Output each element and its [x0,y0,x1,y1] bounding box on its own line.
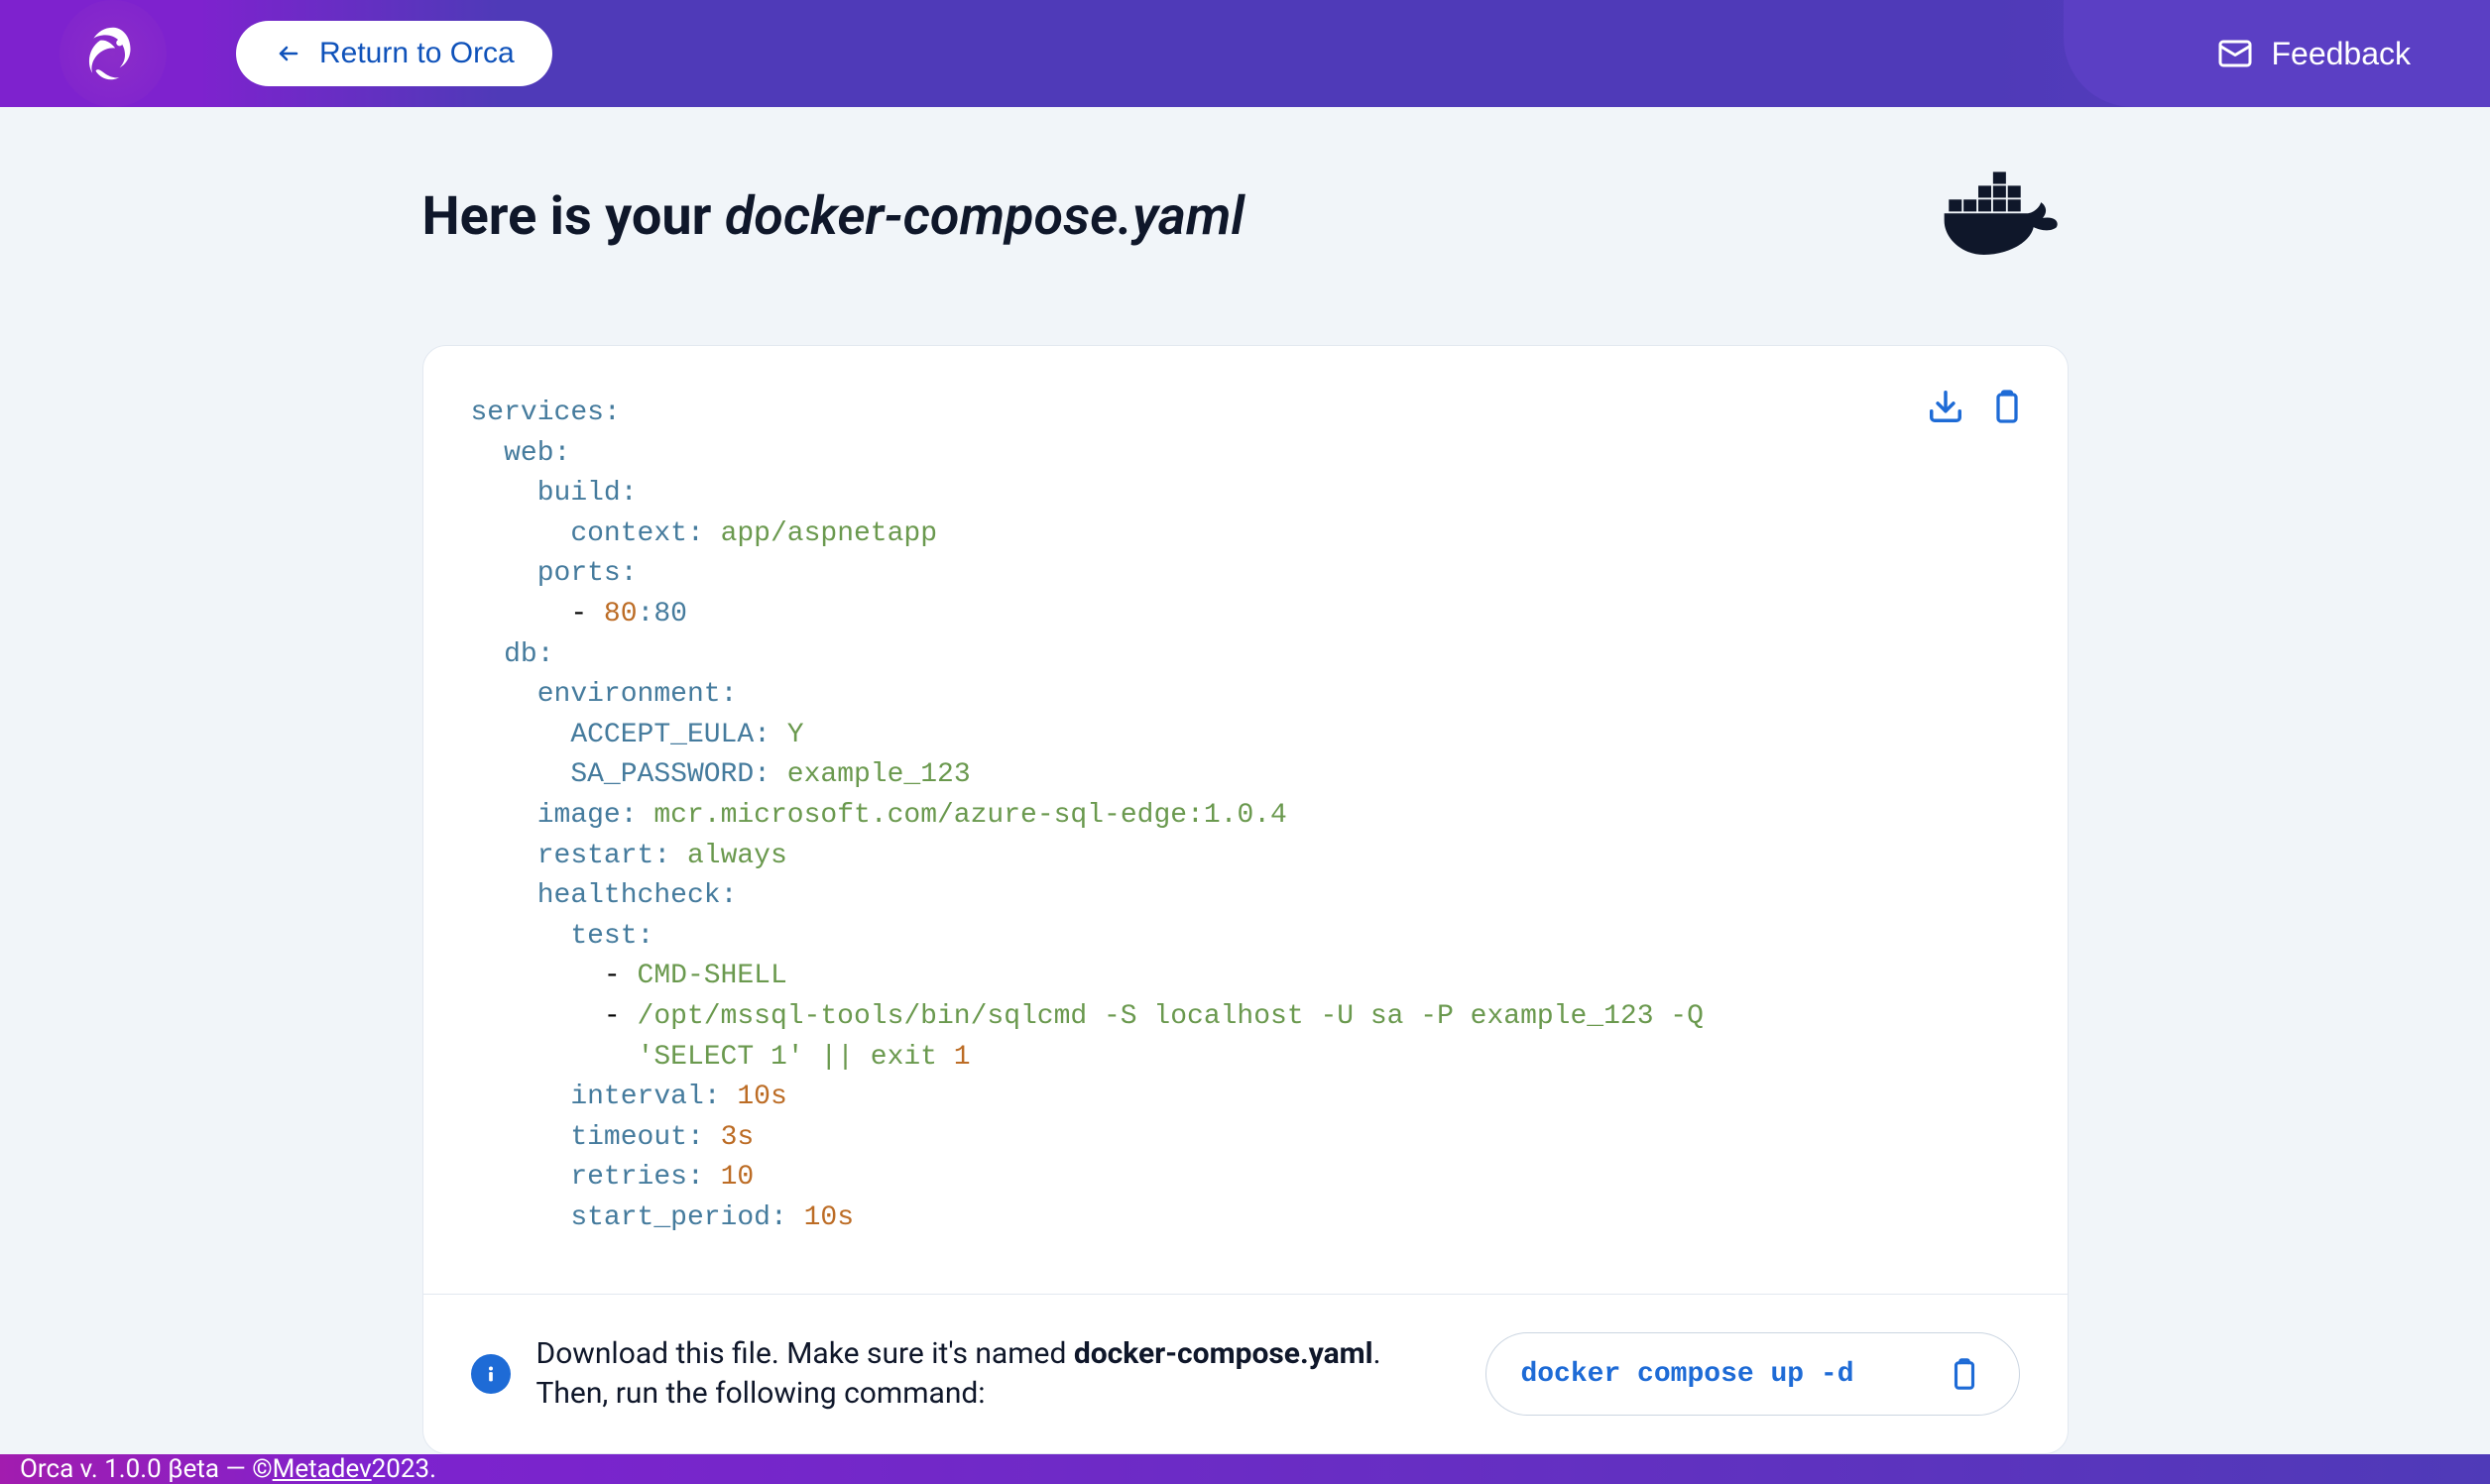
info-glyph-icon [480,1363,502,1385]
download-icon [1927,388,1964,425]
instruction-text: Download this file. Make sure it's named… [536,1334,1461,1415]
clipboard-icon [1948,1357,1981,1391]
code-footer: Download this file. Make sure it's named… [423,1294,2068,1453]
footer-pre: Orca v. 1.0.0 βeta — © [20,1454,273,1484]
title-row: Here is your docker-compose.yaml [422,167,2069,266]
title-prefix: Here is your [422,185,725,248]
header: Return to Orca Feedback [0,0,2490,107]
footer-post: 2023. [372,1454,436,1484]
code-actions [1925,386,2028,427]
arrow-left-icon [274,42,303,65]
main: Here is your docker-compose.yaml [0,107,2490,1454]
orca-logo-icon [78,19,148,88]
copy-command-button[interactable] [1944,1353,1985,1395]
feedback-button[interactable]: Feedback [2217,36,2411,72]
code-card: services: web: build: context: app/aspne… [422,345,2069,1454]
logo[interactable] [59,0,167,107]
page-title: Here is your docker-compose.yaml [422,185,1245,248]
instruction-post: . [1373,1336,1381,1371]
return-button[interactable]: Return to Orca [236,21,552,86]
docker-icon [1940,167,2069,266]
clipboard-icon [1989,389,2025,424]
feedback-label: Feedback [2271,36,2411,72]
title-filename: docker-compose.yaml [725,185,1245,248]
instruction-pre: Download this file. Make sure it's named [536,1336,1074,1371]
command-text: docker compose up -d [1520,1359,1853,1390]
info-icon [471,1354,511,1394]
instruction-filename: docker-compose.yaml [1074,1336,1373,1371]
code-content: services: web: build: context: app/aspne… [471,394,2020,1238]
command-pill: docker compose up -d [1485,1332,2019,1416]
code-body: services: web: build: context: app/aspne… [423,346,2068,1294]
download-button[interactable] [1925,386,1966,427]
footer-link[interactable]: Metadev [273,1454,372,1484]
copy-button[interactable] [1986,386,2028,427]
footer: Orca v. 1.0.0 βeta — © Metadev 2023. [0,1454,2490,1484]
mail-icon [2217,36,2253,71]
return-label: Return to Orca [319,37,515,70]
